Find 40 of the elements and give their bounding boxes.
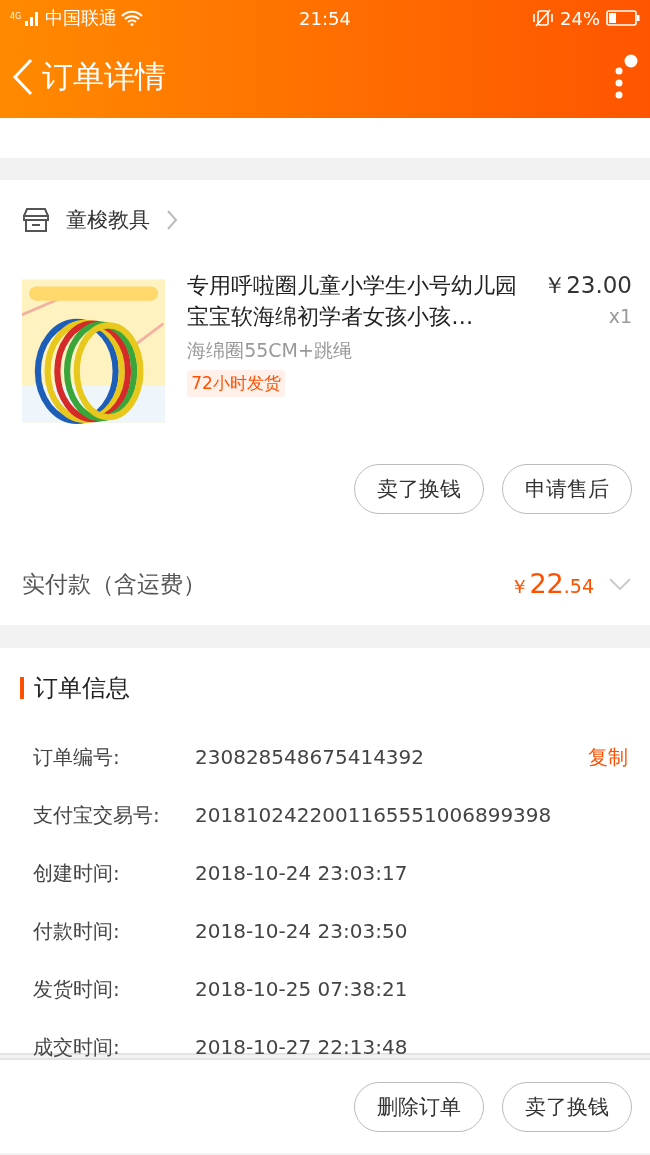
section-title: 订单信息 [34,673,130,704]
section-marker [20,677,24,699]
wifi-icon [121,10,144,26]
payment-label: 实付款（含运费） [22,569,206,599]
product-variant: 海绵圈55CM+跳绳 [187,338,353,363]
action-button[interactable]: 删除订单 [354,1081,484,1132]
info-value: 2018-10-25 07:38:21 [195,977,408,1001]
info-value: 2018-10-27 22:13:48 [195,1035,408,1059]
action-button[interactable]: 卖了换钱 [354,464,484,514]
info-label: 创建时间: [33,859,121,887]
store-icon [22,207,50,233]
info-label: 付款时间: [33,917,121,945]
info-value: 2018-10-24 23:03:17 [195,861,408,885]
info-label: 订单编号: [33,743,121,771]
info-label: 成交时间: [33,1033,121,1061]
info-value: 2018-10-24 23:03:50 [195,919,408,943]
carrier-name: 中国联通 [45,6,118,30]
info-value: 230828548675414392 [195,745,425,769]
shipping-tag: 72小时发货 [187,370,285,397]
action-button[interactable]: 申请售后 [502,464,632,514]
chevron-down-icon[interactable] [608,577,632,591]
info-value: 2018102422001165551006899398 [195,803,552,827]
clock-time: 21:54 [298,7,352,29]
action-button[interactable]: 卖了换钱 [502,1081,632,1132]
currency-sign: ￥ [510,574,530,599]
page-title: 订单详情 [42,57,166,96]
info-label: 支付宝交易号: [33,801,161,829]
product-title[interactable]: 专用呼啦圈儿童小学生小号幼儿园宝宝软海绵初学者女孩小孩… [187,270,522,332]
chevron-right-icon [166,209,178,231]
product-price: ￥23.00 [543,271,632,300]
network-type: 4G [10,12,22,21]
shop-name[interactable]: 童梭教具 [66,206,150,234]
battery-percent: 24% [560,7,600,29]
payment-cents: .54 [563,575,594,597]
back-icon[interactable] [12,58,34,96]
info-label: 发货时间: [33,975,121,1003]
product-quantity: x1 [608,305,632,327]
vibrate-off-icon [532,9,554,27]
battery-icon [606,10,640,26]
payment-amount: 22 [529,568,564,599]
